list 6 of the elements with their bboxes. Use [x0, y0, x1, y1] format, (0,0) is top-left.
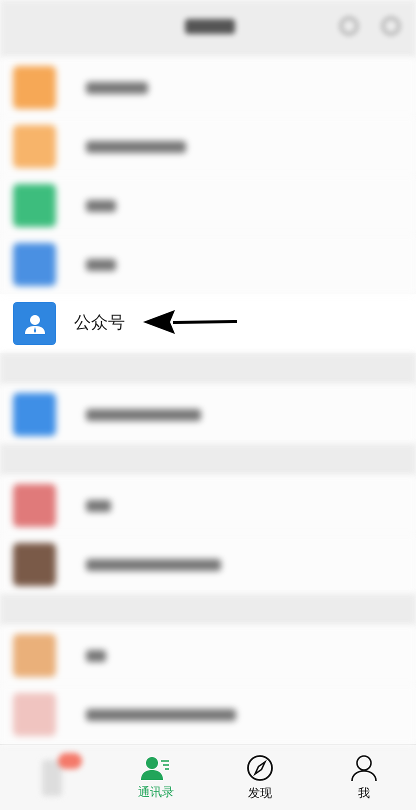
tab-button[interactable]: 我 [312, 745, 416, 810]
tab-button[interactable]: 发现 [208, 745, 312, 810]
person-icon [351, 754, 377, 782]
contacts-icon [141, 754, 171, 780]
contact-name[interactable]: 公众号 [74, 310, 125, 336]
compass-icon [246, 754, 274, 782]
